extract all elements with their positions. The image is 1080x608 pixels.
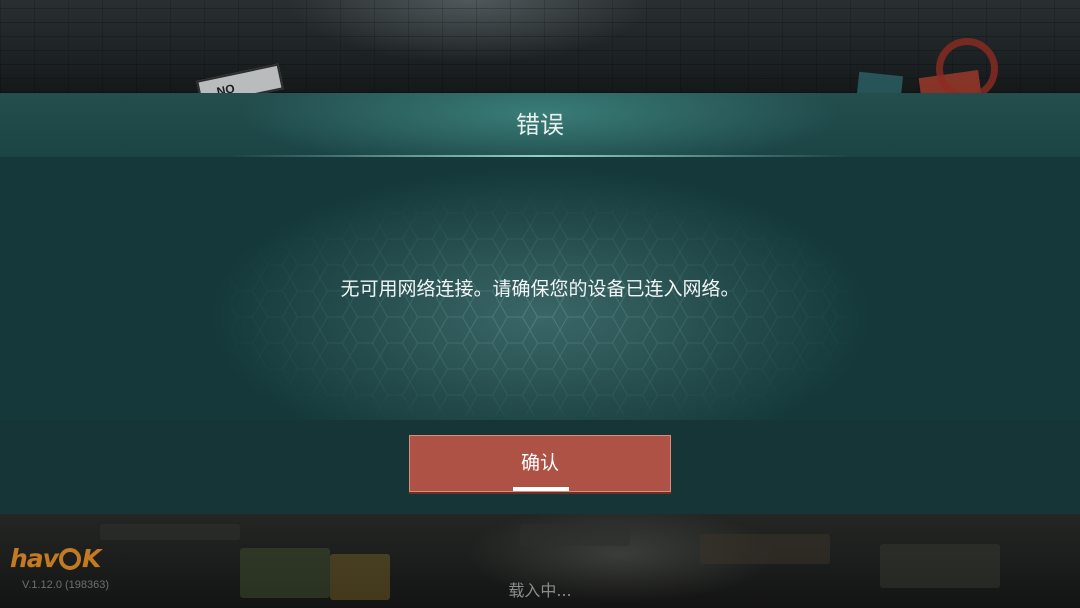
dialog-footer: 确认 xyxy=(0,420,1080,514)
debris xyxy=(700,534,830,564)
error-message: 无可用网络连接。请确保您的设备已连入网络。 xyxy=(340,278,740,300)
debris xyxy=(100,524,240,540)
dialog-header: 错误 xyxy=(0,93,1080,157)
confirm-button-label: 确认 xyxy=(520,452,559,474)
prohibition-sign xyxy=(936,38,998,100)
focus-underline xyxy=(513,487,569,491)
logo-text-suffix: K xyxy=(81,544,101,573)
loading-text: 载入中... xyxy=(508,581,572,600)
debris xyxy=(520,524,630,546)
dialog-title: 错误 xyxy=(516,111,564,139)
logo-text-prefix: hav xyxy=(10,544,59,573)
confirm-button[interactable]: 确认 xyxy=(409,435,671,492)
dialog-body: 无可用网络连接。请确保您的设备已连入网络。 xyxy=(0,157,1080,420)
havok-logo: hav K xyxy=(10,544,101,574)
background-scene-top: NO xyxy=(0,0,1080,107)
error-dialog: 错误 无可用网络连接。请确保您的设备已连入网络。 确认 xyxy=(0,93,1080,514)
logo-ring-icon xyxy=(58,548,81,570)
